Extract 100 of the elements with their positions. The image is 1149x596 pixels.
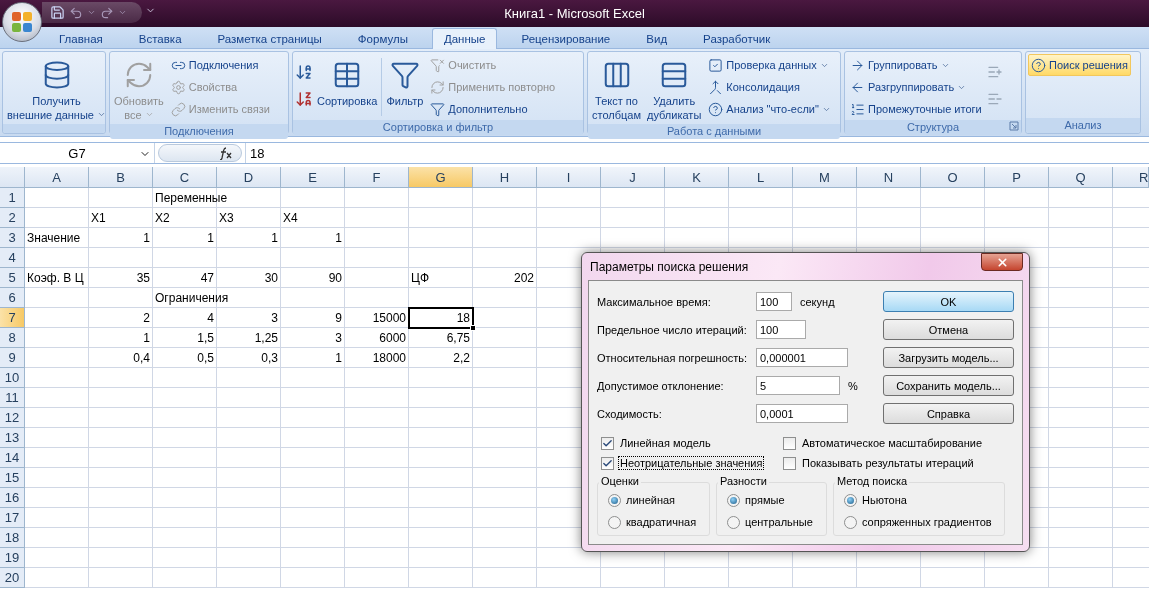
dialog-button[interactable]: Справка	[883, 403, 1014, 424]
select-all-corner[interactable]	[0, 167, 25, 188]
ribbon-button[interactable]: Подключения	[167, 54, 273, 76]
column-header[interactable]: Q	[1049, 167, 1113, 188]
ribbon-tab[interactable]: Вставка	[126, 28, 194, 49]
checkbox-label[interactable]: Автоматическое масштабирование	[800, 436, 985, 450]
column-header[interactable]: G	[409, 167, 473, 188]
ribbon-button[interactable]: Получить внешние данные	[5, 54, 109, 124]
row-header[interactable]: 7	[0, 308, 25, 328]
column-header[interactable]: M	[793, 167, 857, 188]
row-header[interactable]: 15	[0, 468, 25, 488]
ribbon-button[interactable]: Дополнительно	[427, 98, 559, 120]
checkbox[interactable]	[601, 456, 614, 470]
radio-button[interactable]	[727, 493, 740, 507]
checkbox[interactable]	[601, 436, 614, 450]
ribbon-tab[interactable]: Вид	[634, 28, 680, 49]
radio-button[interactable]	[844, 515, 857, 529]
column-header[interactable]: I	[537, 167, 601, 188]
radio-label[interactable]: сопряженных градиентов	[862, 516, 992, 528]
row-header[interactable]: 19	[0, 548, 25, 568]
row-header[interactable]: 6	[0, 288, 25, 308]
ribbon-tab[interactable]: Рецензирование	[509, 28, 623, 49]
column-header[interactable]: P	[985, 167, 1049, 188]
dialog-button[interactable]: OK	[883, 291, 1014, 312]
radio-button[interactable]	[608, 515, 621, 529]
checkbox[interactable]	[783, 436, 796, 450]
column-header[interactable]: J	[601, 167, 665, 188]
column-header[interactable]: O	[921, 167, 985, 188]
ribbon-tab[interactable]: Главная	[47, 28, 115, 49]
dialog-button[interactable]: Отмена	[883, 319, 1014, 340]
column-header[interactable]: K	[665, 167, 729, 188]
sort-descending-icon[interactable]	[295, 89, 313, 108]
ribbon-button[interactable]: Фильтр	[384, 54, 426, 120]
dialog-launcher-icon[interactable]	[1009, 121, 1019, 131]
input-field[interactable]: 0,0001	[756, 404, 848, 423]
row-header[interactable]: 5	[0, 268, 25, 288]
row-header[interactable]: 10	[0, 368, 25, 388]
input-field[interactable]: 0,000001	[756, 348, 848, 367]
fill-handle[interactable]	[470, 325, 476, 331]
row-header[interactable]: 13	[0, 428, 25, 448]
ribbon-button[interactable]: Сортировка	[315, 54, 380, 120]
radio-label[interactable]: прямые	[745, 494, 785, 506]
row-header[interactable]: 16	[0, 488, 25, 508]
radio-button[interactable]	[608, 493, 621, 507]
row-header[interactable]: 17	[0, 508, 25, 528]
ribbon-tab[interactable]: Разметка страницы	[205, 28, 334, 49]
ribbon-tab[interactable]: Данные	[431, 28, 498, 49]
dialog-button[interactable]: Сохранить модель...	[883, 375, 1014, 396]
row-header[interactable]: 14	[0, 448, 25, 468]
sort-ascending-icon[interactable]	[295, 62, 313, 81]
column-header[interactable]: F	[345, 167, 409, 188]
row-header[interactable]: 11	[0, 388, 25, 408]
close-button[interactable]	[981, 253, 1023, 271]
radio-button[interactable]	[727, 515, 740, 529]
column-header[interactable]: B	[89, 167, 153, 188]
checkbox-label[interactable]: Неотрицательные значения	[618, 456, 765, 470]
radio-label[interactable]: квадратичная	[626, 516, 697, 528]
column-header[interactable]: A	[25, 167, 89, 188]
checkbox[interactable]	[783, 456, 796, 470]
dialog-button[interactable]: Загрузить модель...	[883, 347, 1014, 368]
radio-label[interactable]: центральные	[745, 516, 813, 528]
column-header[interactable]: E	[281, 167, 345, 188]
caret-icon[interactable]	[118, 8, 127, 17]
row-header[interactable]: 3	[0, 228, 25, 248]
checkbox-label[interactable]: Показывать результаты итераций	[800, 456, 976, 470]
name-box[interactable]: G7	[0, 143, 155, 163]
radio-label[interactable]: Ньютона	[862, 494, 907, 506]
ribbon-button[interactable]: Промежуточные итоги	[847, 98, 985, 120]
ribbon-button[interactable]: Текст по столбцам	[590, 54, 643, 124]
radio-label[interactable]: линейная	[626, 494, 676, 506]
function-icon[interactable]	[217, 146, 233, 160]
column-header[interactable]: N	[857, 167, 921, 188]
row-header[interactable]: 2	[0, 208, 25, 228]
row-header[interactable]: 18	[0, 528, 25, 548]
row-header[interactable]: 4	[0, 248, 25, 268]
ribbon-button[interactable]: Разгруппировать	[847, 76, 985, 98]
column-header[interactable]: R	[1113, 167, 1149, 188]
input-field[interactable]: 100	[756, 292, 792, 311]
undo-icon[interactable]	[69, 5, 83, 20]
row-header[interactable]: 12	[0, 408, 25, 428]
input-field[interactable]: 100	[756, 320, 806, 339]
ribbon-button[interactable]: Поиск решения	[1028, 54, 1131, 76]
ribbon-button[interactable]: Проверка данных	[705, 54, 834, 76]
column-header[interactable]: L	[729, 167, 793, 188]
ribbon-tab[interactable]: Разработчик	[691, 28, 783, 49]
row-header[interactable]: 8	[0, 328, 25, 348]
ribbon-button[interactable]: Консолидация	[705, 76, 834, 98]
ribbon-button[interactable]: Удалить дубликаты	[645, 54, 704, 124]
column-header[interactable]: C	[153, 167, 217, 188]
radio-button[interactable]	[844, 493, 857, 507]
column-header[interactable]: H	[473, 167, 537, 188]
column-header[interactable]: D	[217, 167, 281, 188]
caret-icon[interactable]	[87, 8, 96, 17]
row-header[interactable]: 1	[0, 188, 25, 208]
input-field[interactable]: 5	[756, 376, 840, 395]
save-icon[interactable]	[50, 5, 65, 20]
table-cell[interactable]: 18	[409, 308, 473, 328]
formula-field[interactable]: 18	[245, 143, 1149, 163]
redo-icon[interactable]	[100, 5, 114, 20]
ribbon-button[interactable]: Анализ "что-если"	[705, 98, 834, 120]
